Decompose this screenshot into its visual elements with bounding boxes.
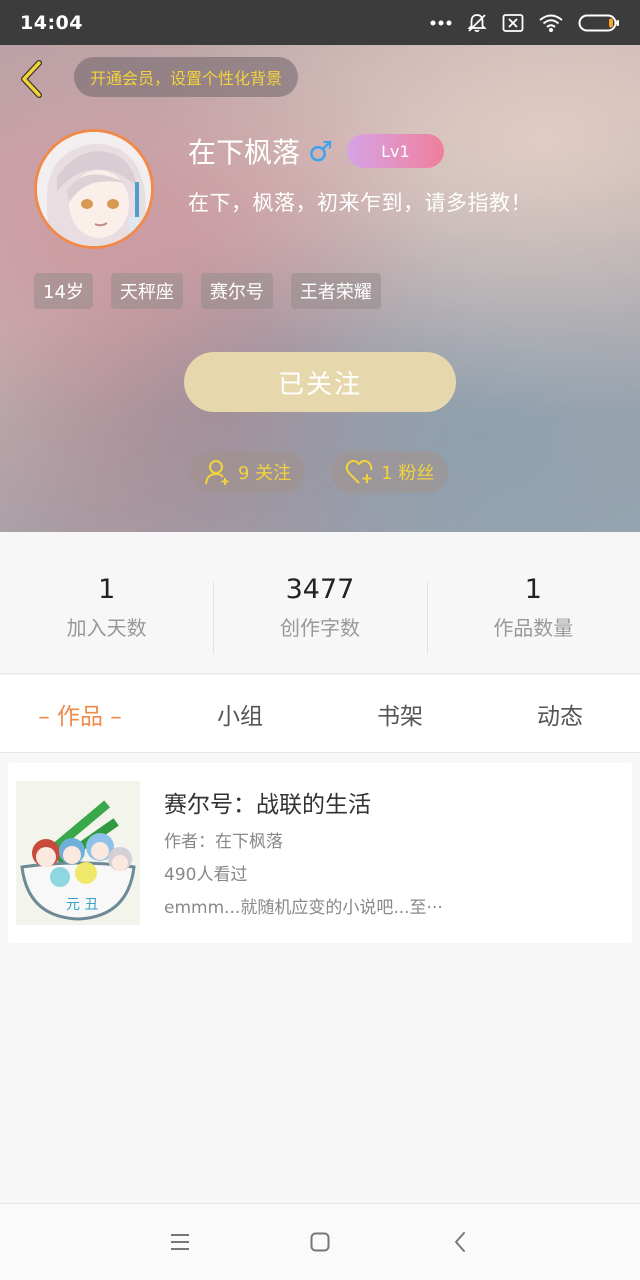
- more-dots-icon: [430, 20, 452, 25]
- tab-bookshelf[interactable]: 书架: [320, 675, 480, 752]
- back-nav-button[interactable]: [440, 1222, 480, 1262]
- tag-interest: 赛尔号: [200, 273, 273, 309]
- status-bar: 14:04: [0, 0, 640, 45]
- home-icon: [310, 1232, 330, 1252]
- profile-tags: 14岁 天秤座 赛尔号 王者荣耀: [34, 273, 381, 309]
- heart-plus-icon: [345, 459, 373, 484]
- vip-background-button[interactable]: 开通会员，设置个性化背景: [74, 57, 299, 97]
- bell-off-icon: [467, 13, 487, 32]
- work-views: 490人看过: [164, 865, 248, 885]
- tab-activity[interactable]: 动态: [480, 675, 640, 752]
- wifi-icon: [539, 14, 563, 32]
- stats-row: 1 加入天数 3477 创作字数 1 作品数量: [0, 532, 640, 674]
- bio-text: 在下，枫落，初来乍到，请多指教！: [188, 191, 532, 215]
- tag-interest: 王者荣耀: [290, 273, 381, 309]
- stat-word-count: 3477 创作字数: [213, 532, 426, 673]
- followers-count: 1 粉丝: [381, 463, 435, 484]
- profile-header: 开通会员，设置个性化背景 在下枫落 ♂ Lv1 在下，枫落，初来乍到，请多指教！…: [0, 45, 640, 532]
- stat-works-count: 1 作品数量: [426, 532, 640, 673]
- level-badge: Lv1: [347, 134, 444, 168]
- menu-button[interactable]: [160, 1222, 200, 1262]
- male-gender-icon: ♂: [308, 134, 334, 168]
- avatar-image: [37, 132, 151, 246]
- stat-label: 作品数量: [493, 616, 574, 640]
- work-cover: 元 丑: [16, 781, 140, 925]
- stat-value: 1: [98, 574, 116, 605]
- tab-groups[interactable]: 小组: [160, 675, 320, 752]
- following-count: 9 关注: [238, 463, 292, 484]
- menu-icon: [171, 1234, 189, 1250]
- sim-off-icon: [502, 13, 524, 32]
- stat-label: 创作字数: [279, 616, 360, 640]
- back-button[interactable]: [14, 59, 50, 99]
- home-button[interactable]: [300, 1222, 340, 1262]
- username-row: 在下枫落 ♂ Lv1: [188, 131, 444, 171]
- cover-image: 元 丑: [16, 781, 140, 925]
- follow-button[interactable]: 已关注: [184, 352, 456, 412]
- tag-zodiac: 天秤座: [110, 273, 183, 309]
- system-nav-bar: [0, 1203, 640, 1280]
- social-counts: 9 关注 1 粉丝: [190, 451, 449, 493]
- work-description: emmm...就随机应变的小说吧...至···: [164, 898, 443, 918]
- add-user-icon: [205, 460, 229, 485]
- stat-value: 3477: [285, 574, 355, 605]
- stat-days-joined: 1 加入天数: [0, 532, 213, 673]
- avatar[interactable]: [34, 129, 154, 249]
- status-time: 14:04: [20, 11, 83, 34]
- work-card[interactable]: 元 丑 赛尔号：战联的生活 作者：在下枫落 490人看过 emmm...就随机应…: [8, 763, 632, 943]
- following-button[interactable]: 9 关注: [190, 451, 306, 493]
- svg-text:元 丑: 元 丑: [66, 897, 98, 913]
- followers-button[interactable]: 1 粉丝: [331, 451, 449, 493]
- stat-label: 加入天数: [66, 616, 147, 640]
- status-icons: [430, 12, 620, 34]
- battery-icon: [578, 14, 619, 31]
- work-author: 作者：在下枫落: [164, 832, 283, 852]
- work-info: 赛尔号：战联的生活 作者：在下枫落 490人看过 emmm...就随机应变的小说…: [164, 781, 443, 925]
- back-icon: [455, 1232, 465, 1252]
- profile-tabs: – 作品 – 小组 书架 动态: [0, 675, 640, 753]
- chevron-left-icon: [21, 60, 42, 98]
- tab-works[interactable]: – 作品 –: [0, 675, 160, 752]
- tag-age: 14岁: [34, 273, 93, 309]
- stat-value: 1: [524, 574, 542, 605]
- username: 在下枫落: [188, 136, 301, 169]
- work-title: 赛尔号：战联的生活: [164, 792, 371, 818]
